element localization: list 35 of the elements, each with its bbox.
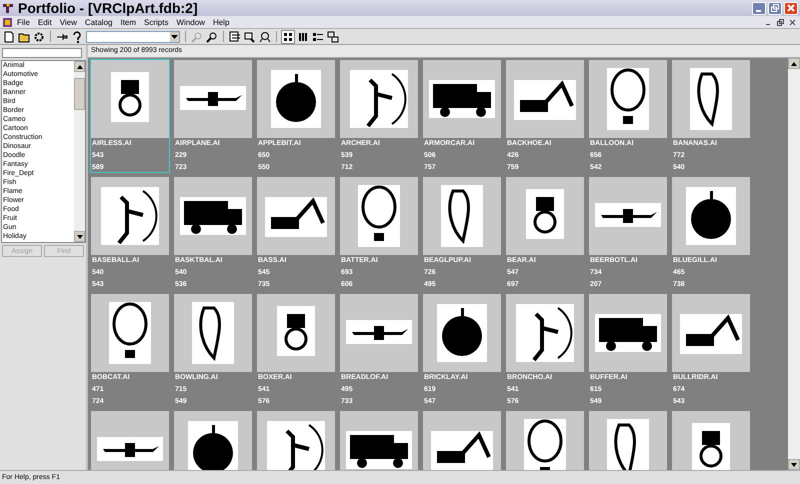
search-field[interactable] — [2, 48, 82, 58]
list-view-icon[interactable] — [312, 30, 324, 42]
search-icon[interactable] — [206, 30, 218, 42]
up-arrow-icon — [791, 62, 797, 66]
zoom-out-icon[interactable] — [244, 30, 256, 42]
scroll-thumb[interactable] — [74, 78, 85, 110]
up-arrow-icon — [76, 64, 82, 68]
document-icon[interactable] — [2, 16, 13, 28]
menu-item[interactable]: File — [17, 16, 30, 28]
thumbnail-view-icon[interactable] — [282, 30, 294, 42]
columns-view-icon[interactable] — [297, 30, 309, 42]
dropdown-field[interactable] — [86, 30, 180, 42]
close-button[interactable] — [784, 2, 798, 14]
restore-button[interactable] — [768, 2, 782, 14]
help-icon[interactable] — [71, 30, 83, 42]
minimize-button[interactable] — [752, 2, 766, 14]
record-view-icon[interactable] — [327, 30, 339, 42]
menu-item[interactable]: Edit — [38, 16, 52, 28]
menu-item[interactable]: View — [60, 16, 77, 28]
menu-item[interactable]: Catalog — [84, 16, 112, 28]
scrollbar[interactable] — [788, 58, 800, 470]
down-arrow-icon — [76, 234, 82, 238]
close-icon[interactable] — [789, 18, 796, 26]
window-list-icon[interactable] — [229, 30, 241, 42]
caret-icon — [171, 34, 178, 38]
menu-item[interactable]: Scripts — [144, 16, 168, 28]
zoom-icon[interactable] — [259, 30, 271, 42]
scrollbar[interactable] — [74, 61, 85, 242]
app-icon — [2, 2, 14, 14]
menu-item[interactable]: Help — [212, 16, 230, 28]
window-title: Portfolio - [VRClpArt.fdb:2] — [18, 0, 198, 16]
menu-item[interactable]: Item — [120, 16, 136, 28]
down-arrow-icon — [791, 462, 797, 466]
close-icon — [787, 4, 795, 12]
menu-item[interactable]: Window — [176, 16, 205, 28]
